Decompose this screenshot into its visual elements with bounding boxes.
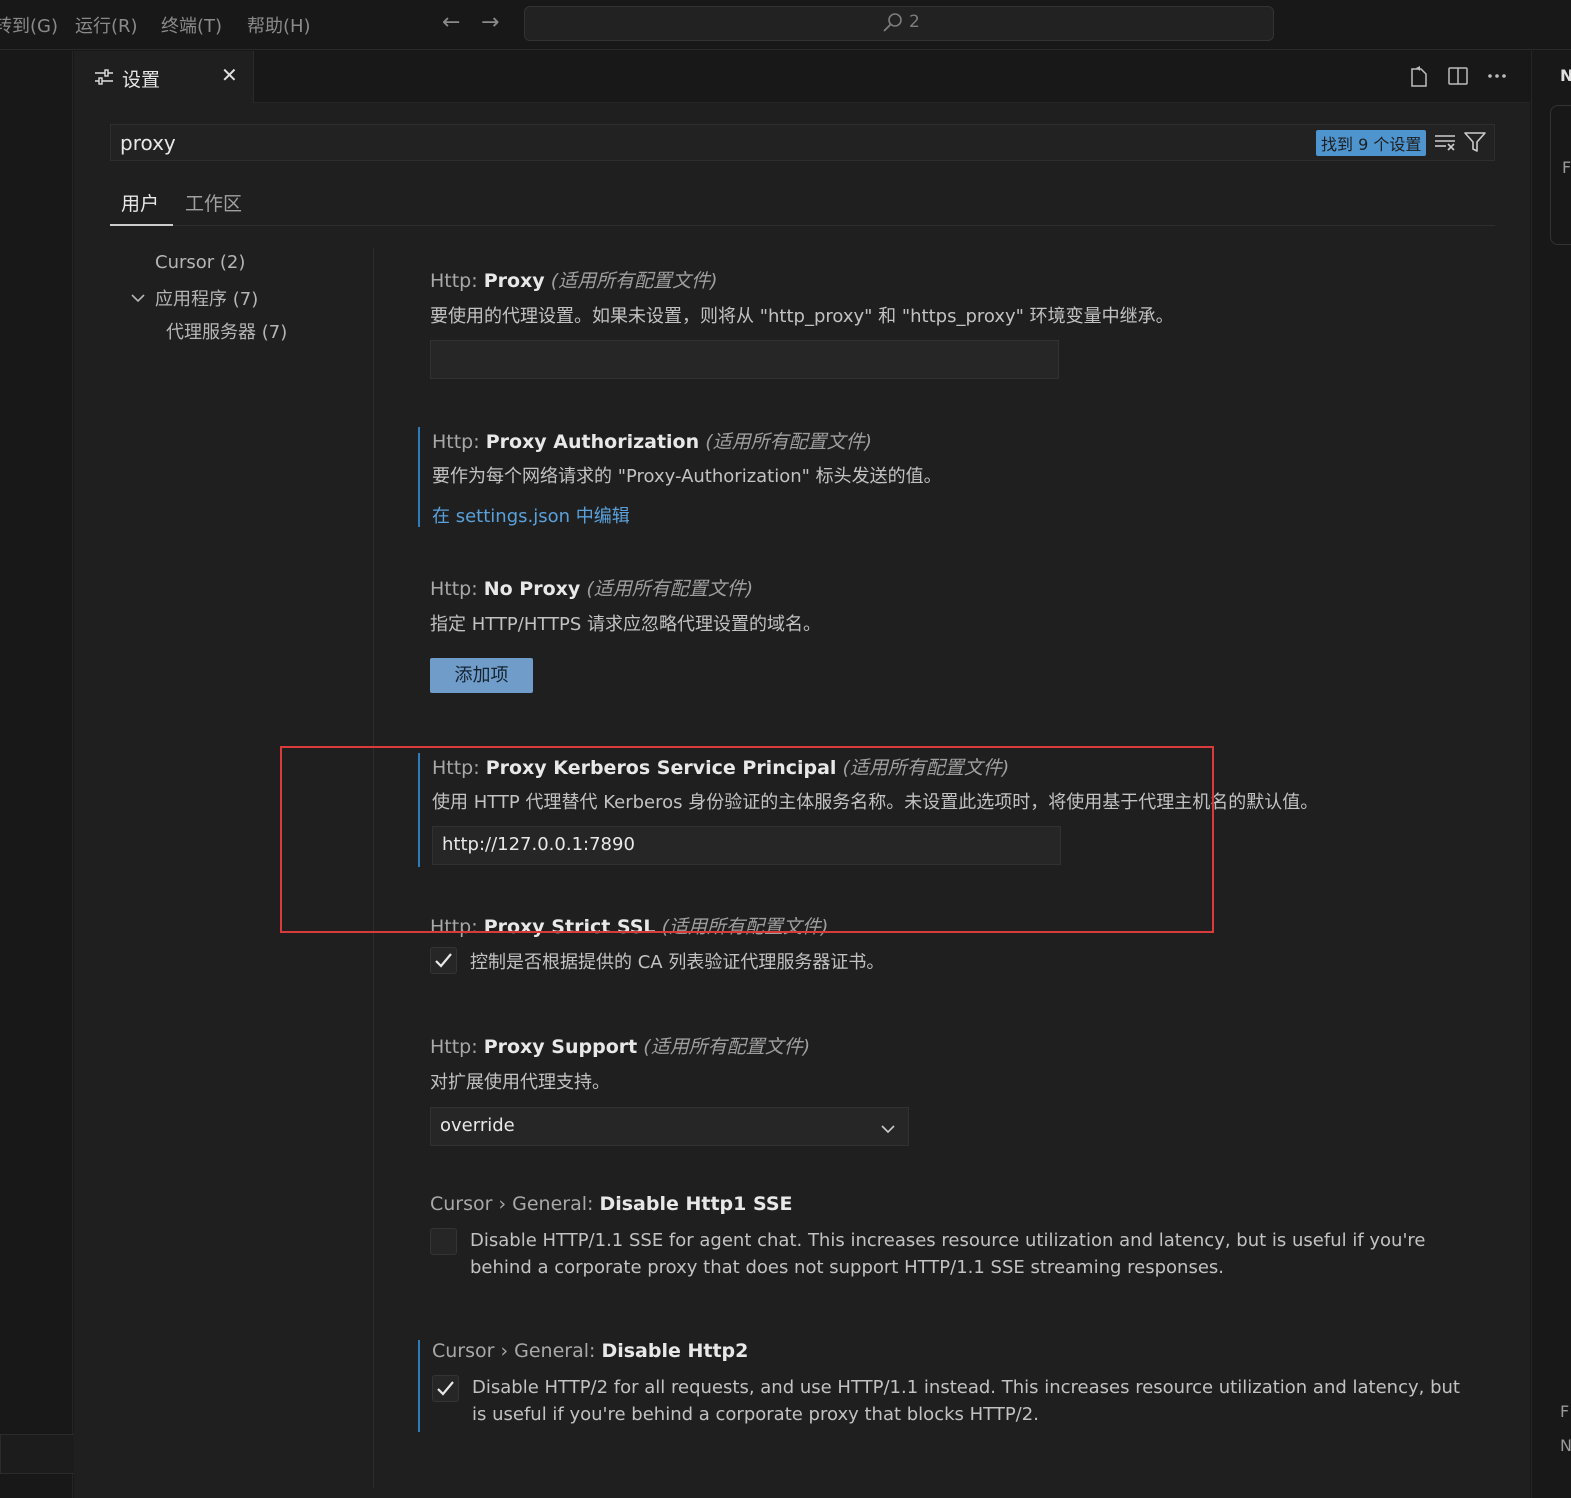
settings-search-input[interactable] [110,124,1495,161]
setting-http-proxy-authorization: Http: Proxy Authorization (适用所有配置文件) 要作为… [418,427,1498,527]
back-arrow-icon[interactable]: ← [442,10,460,35]
editor-tab-bar: 设置 ✕ [74,51,1530,103]
disable-http2-checkbox[interactable] [432,1375,459,1402]
setting-description: Disable HTTP/1.1 SSE for agent chat. Thi… [470,1230,1426,1278]
setting-http-proxy: Http: Proxy (适用所有配置文件) 要使用的代理设置。如果未设置，则将… [418,266,1498,384]
toc-item-cursor[interactable]: Cursor (2) [155,252,245,273]
setting-title: Cursor › General: Disable Http1 SSE [430,1193,793,1215]
tab-user[interactable]: 用户 [121,189,159,216]
toc-item-proxy-server[interactable]: 代理服务器 (7) [166,318,287,344]
settings-sliders-icon [94,69,114,89]
checkmark-icon [435,953,452,968]
setting-description: 要使用的代理设置。如果未设置，则将从 "http_proxy" 和 "https… [430,306,1174,327]
results-count-badge: 找到 9 个设置 [1316,130,1427,156]
setting-description: 使用 HTTP 代理替代 Kerberos 身份验证的主体服务名称。未设置此选项… [432,792,1319,813]
proxy-support-select[interactable]: override [430,1107,909,1146]
menu-run[interactable]: 运行(R) [75,12,138,38]
disable-http1-sse-checkbox[interactable] [430,1228,457,1255]
forward-arrow-icon[interactable]: → [481,10,499,35]
close-icon[interactable]: ✕ [221,63,238,87]
toc-divider [373,248,374,1488]
setting-http-no-proxy: Http: No Proxy (适用所有配置文件) 指定 HTTP/HTTPS … [418,574,1498,694]
setting-description: 要作为每个网络请求的 "Proxy-Authorization" 标头发送的值。 [432,466,942,487]
setting-title: Http: Proxy Strict SSL (适用所有配置文件) [430,916,829,938]
setting-title: Http: No Proxy (适用所有配置文件) [430,578,754,600]
setting-disable-http1-sse: Cursor › General: Disable Http1 SSE Disa… [418,1193,1498,1293]
chevron-down-icon [880,1120,896,1139]
right-panel-letter: F [1562,158,1571,177]
setting-title: Http: Proxy Support (适用所有配置文件) [430,1036,811,1058]
menu-terminal[interactable]: 终端(T) [161,12,222,38]
clear-filter-icon[interactable] [1434,132,1456,156]
proxy-input[interactable] [430,340,1059,379]
open-settings-json-icon[interactable] [1407,65,1431,93]
setting-title: Cursor › General: Disable Http2 [432,1340,749,1362]
setting-disable-http2: Cursor › General: Disable Http2 Disable … [418,1340,1498,1432]
tab-workspace[interactable]: 工作区 [185,189,242,216]
right-panel-letter: F [1560,1402,1570,1421]
setting-description: 对扩展使用代理支持。 [430,1072,610,1093]
split-editor-icon[interactable] [1447,65,1469,91]
command-center-text: 2 [909,12,920,32]
setting-description: Disable HTTP/2 for all requests, and use… [472,1377,1460,1425]
more-actions-icon[interactable] [1486,65,1508,91]
scope-tabs-divider [110,225,1495,226]
setting-title: Http: Proxy Kerberos Service Principal (… [432,757,1010,779]
tab-settings-label: 设置 [122,69,161,91]
toc-item-application[interactable]: 应用程序 (7) [155,285,258,311]
right-panel-letter: N [1560,66,1571,85]
setting-title: Http: Proxy Authorization (适用所有配置文件) [432,431,873,453]
strict-ssl-checkbox[interactable] [430,947,457,974]
add-item-button[interactable]: 添加项 [430,658,533,693]
kerberos-principal-input[interactable]: http://127.0.0.1:7890 [432,826,1061,865]
title-bar: 转到(G) 运行(R) 终端(T) 帮助(H) ← → 2 [0,0,1571,50]
setting-http-proxy-strict-ssl: Http: Proxy Strict SSL (适用所有配置文件) 控制是否根据… [418,912,1498,982]
search-query: proxy [120,131,176,155]
chevron-down-icon[interactable] [130,289,146,308]
menu-help[interactable]: 帮助(H) [247,12,311,38]
setting-http-proxy-support: Http: Proxy Support (适用所有配置文件) 对扩展使用代理支持… [418,1032,1498,1150]
search-icon [882,12,904,38]
menu-goto[interactable]: 转到(G) [0,12,58,38]
setting-http-proxy-kerberos: Http: Proxy Kerberos Service Principal (… [418,753,1498,867]
edit-in-settings-json-link[interactable]: 在 settings.json 中编辑 [432,502,630,528]
setting-description: 指定 HTTP/HTTPS 请求应忽略代理设置的域名。 [430,614,822,635]
tab-settings[interactable]: 设置 ✕ [74,51,254,103]
setting-title: Http: Proxy (适用所有配置文件) [430,270,718,292]
activity-strip [0,51,73,1498]
setting-description: 控制是否根据提供的 CA 列表验证代理服务器证书。 [470,952,885,973]
filter-icon[interactable] [1464,132,1486,156]
right-panel-letter: N [1560,1436,1571,1455]
active-tab-indicator [110,224,173,226]
secondary-side-panel [1531,51,1571,1498]
checkmark-icon [437,1381,454,1396]
